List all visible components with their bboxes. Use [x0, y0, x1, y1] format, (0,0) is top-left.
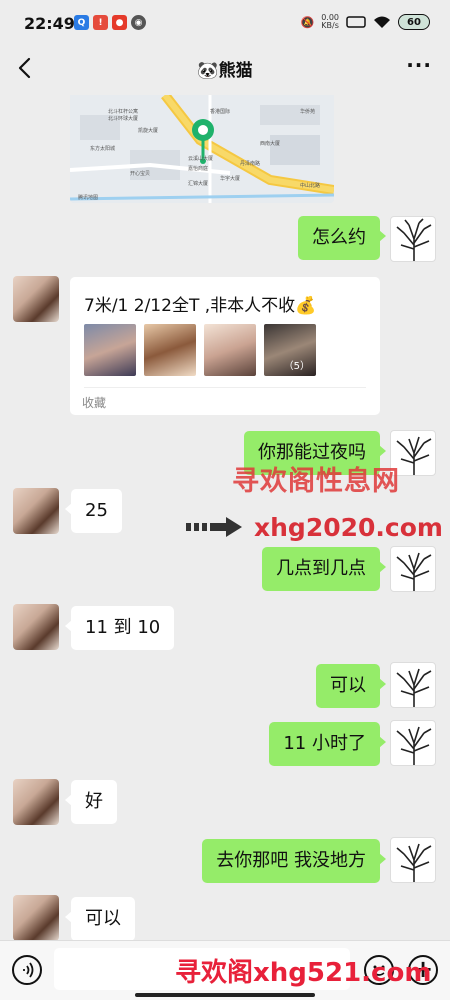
contact-name: 熊猫 [218, 61, 253, 81]
map-label: 嘉怡商庭 [188, 165, 208, 172]
contact-avatar[interactable] [13, 604, 59, 650]
photo-thumbnail[interactable] [84, 324, 136, 376]
my-avatar[interactable] [390, 837, 436, 883]
photo-thumbnail[interactable] [144, 324, 196, 376]
message-bubble-received[interactable]: 好 [65, 780, 117, 824]
location-map-card[interactable]: 北斗杠杆公寓 北斗环球大厦 凯旋大厦 东方太阳城 开心宝贝 云溪山大厦 嘉怡商庭… [70, 95, 334, 203]
chat-header: 🐼熊猫 ··· [0, 46, 450, 90]
map-label: 香港国际 [210, 108, 230, 115]
message-bubble-sent[interactable]: 可以 [316, 664, 386, 708]
status-time: 22:49 [24, 14, 75, 33]
message-bubble-sent[interactable]: 去你那吧 我没地方 [202, 839, 386, 883]
map-label: 汇锦大厦 [188, 180, 208, 187]
tree-avatar-image [396, 843, 432, 882]
message-bubble-received[interactable]: 可以 [65, 897, 135, 941]
map-label: 中山北路 [300, 182, 320, 189]
favorite-card[interactable]: 7米/1 2/12全T ,非本人不收💰 （5） 收藏 [70, 277, 380, 415]
notification-app-icon: ◉ [131, 15, 146, 30]
tree-avatar-image [396, 218, 432, 261]
photo-thumbnail[interactable]: （5） [264, 324, 316, 376]
notification-app-icon: ● [112, 15, 127, 30]
message-bubble-received[interactable]: 25 [65, 489, 122, 533]
battery-indicator: 60 [398, 14, 430, 30]
map-label: 凯旋大厦 [138, 127, 158, 134]
arrow-icon [186, 517, 242, 537]
map-label: 西南大厦 [260, 140, 280, 147]
status-app-icons: Q ! ● ◉ [74, 15, 146, 30]
tree-avatar-image [396, 726, 432, 765]
status-right: 🔕 0.00 KB/s 60 [300, 14, 430, 30]
favorite-source-label: 收藏 [82, 396, 107, 410]
my-avatar[interactable] [390, 546, 436, 592]
chat-title: 🐼熊猫 [0, 56, 450, 81]
contact-avatar[interactable] [13, 488, 59, 534]
contact-avatar[interactable] [13, 895, 59, 941]
map-label: 华侨苑 [300, 108, 315, 115]
contact-avatar[interactable] [13, 276, 59, 322]
wifi-icon [374, 16, 390, 28]
map-label: 云溪山大厦 [188, 155, 213, 162]
map-label: 北斗环球大厦 [108, 115, 138, 122]
panda-emoji: 🐼 [197, 61, 219, 81]
photo-thumbnail[interactable] [204, 324, 256, 376]
message-bubble-sent[interactable]: 怎么约 [298, 216, 386, 260]
home-indicator[interactable] [135, 993, 315, 997]
message-bubble-sent[interactable]: 11 小时了 [269, 722, 386, 766]
card-divider [84, 387, 366, 388]
tree-avatar-image [396, 552, 432, 591]
map-image: 北斗杠杆公寓 北斗环球大厦 凯旋大厦 东方太阳城 开心宝贝 云溪山大厦 嘉怡商庭… [70, 95, 334, 203]
watermark-text: 寻欢阁性息网 [232, 466, 400, 497]
volte-icon [346, 16, 366, 28]
map-label: 北斗杠杆公寓 [108, 108, 138, 115]
map-label: 东方太阳城 [90, 145, 115, 152]
my-avatar[interactable] [390, 216, 436, 262]
more-photos-count: （5） [283, 361, 310, 372]
message-bubble-received[interactable]: 11 到 10 [64, 606, 175, 650]
favorite-thumbnails: （5） [84, 324, 316, 376]
map-label: 华宇大厦 [220, 175, 240, 182]
favorite-text: 7米/1 2/12全T ,非本人不收💰 [84, 296, 317, 316]
more-options-icon[interactable]: ··· [406, 55, 432, 75]
notification-app-icon: ! [93, 15, 108, 30]
status-bar: 22:49 Q ! ● ◉ 🔕 0.00 KB/s 60 [0, 0, 450, 46]
qq-icon: Q [74, 15, 89, 30]
map-label: 开心宝贝 [130, 170, 150, 177]
my-avatar[interactable] [390, 662, 436, 708]
contact-avatar[interactable] [13, 779, 59, 825]
watermark-text: 寻欢阁xhg521.com [175, 958, 432, 988]
map-label: 丹泽南路 [240, 160, 260, 167]
net-speed: 0.00 KB/s [321, 13, 339, 30]
sound-wave-icon [23, 962, 34, 978]
map-provider-label: 腾讯地图 [78, 194, 98, 201]
mute-icon: 🔕 [300, 15, 315, 29]
watermark-text: xhg2020.com [254, 513, 443, 542]
my-avatar[interactable] [390, 720, 436, 766]
tree-avatar-image [396, 668, 432, 707]
voice-input-icon[interactable] [12, 955, 42, 985]
message-bubble-sent[interactable]: 几点到几点 [262, 547, 386, 591]
